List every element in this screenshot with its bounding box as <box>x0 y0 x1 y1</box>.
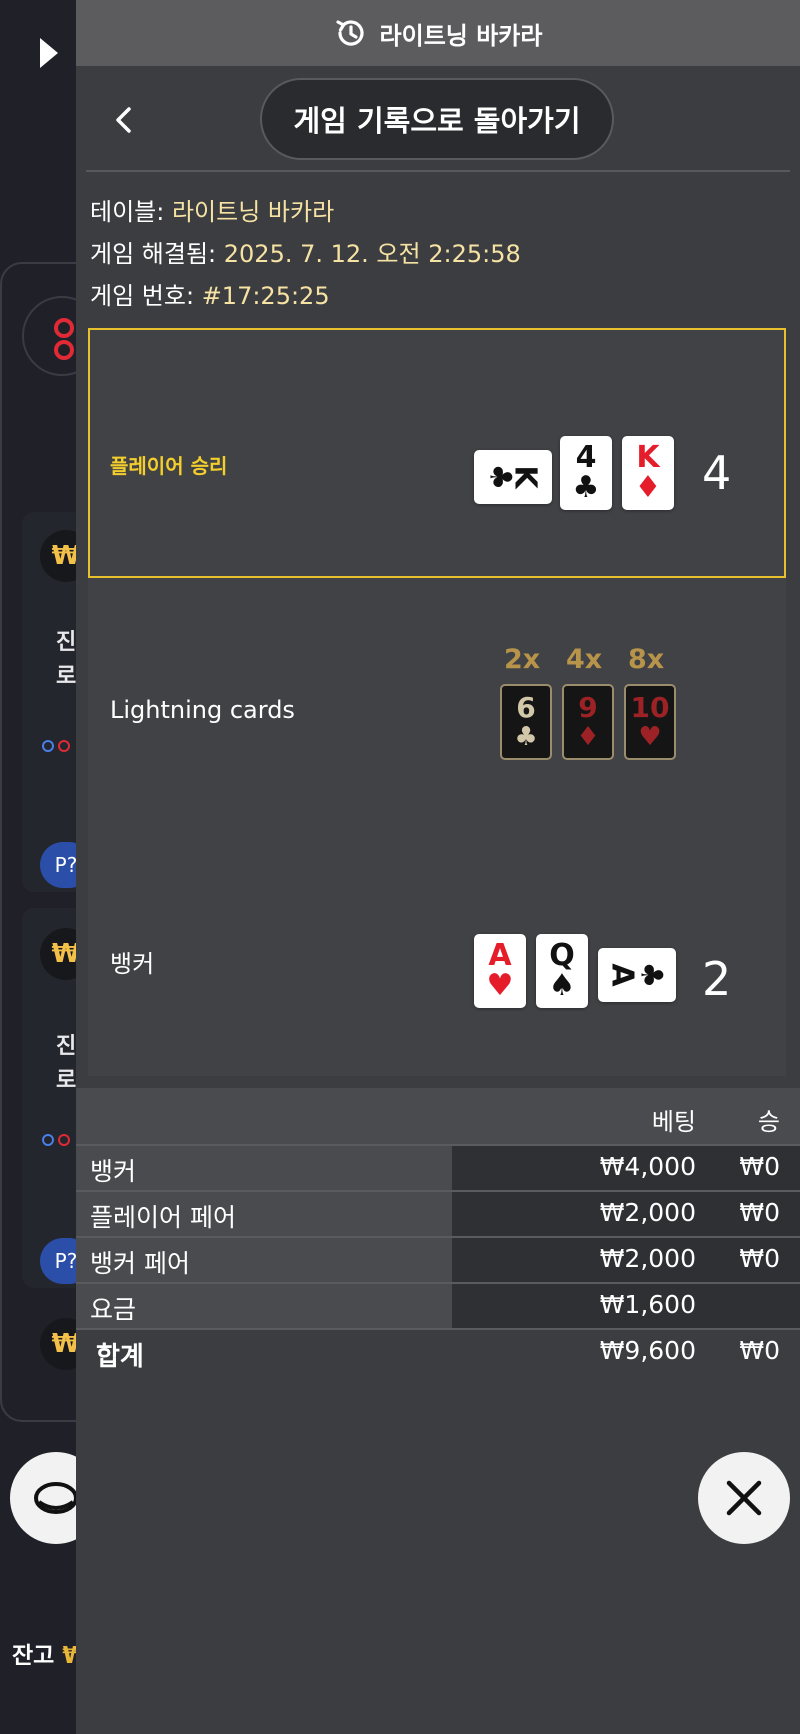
card-rank: 9 <box>578 691 598 724</box>
player-card-3: K ♦ <box>622 436 674 510</box>
win-amount: ₩0 <box>739 1198 780 1227</box>
overlay-header: 라이트닝 바카라 <box>76 0 800 66</box>
player-score: 4 <box>702 446 732 500</box>
game-number-label: 게임 번호: <box>90 282 195 310</box>
game-history-overlay: 라이트닝 바카라 게임 기록으로 돌아가기 테이블: 라이트닝 바카라 게임 해… <box>76 0 800 1734</box>
background-truncated-text: 진 로 <box>56 1034 77 1093</box>
road-dot-icon <box>58 740 70 752</box>
table-row: 뱅커 ₩4,000 ₩0 <box>76 1146 800 1190</box>
close-icon <box>726 1480 762 1516</box>
card-suit: ♠ <box>548 968 576 1003</box>
background-truncated-text: 진 로 <box>56 630 77 689</box>
back-to-history-button[interactable]: 게임 기록으로 돌아가기 <box>260 78 614 160</box>
bet-name: 플레이어 페어 <box>90 1203 236 1232</box>
bet-amount: ₩4,000 <box>599 1152 696 1181</box>
banker-score: 2 <box>702 952 732 1006</box>
card-rank: 10 <box>630 691 670 724</box>
road-dot-icon <box>42 1134 54 1146</box>
cards-area: 2x 4x 8x 6 ♣ 9 ♦ 10 ♥ A ♥ Q ♠ A ♣ 2 <box>88 578 786 1076</box>
lightning-cards-label: Lightning cards <box>110 696 295 724</box>
brand-logo-icon <box>40 38 58 68</box>
card-suit: ♣ <box>514 722 538 752</box>
history-icon <box>335 20 364 46</box>
total-bet: ₩9,600 <box>599 1336 696 1365</box>
win-amount: ₩0 <box>739 1244 780 1273</box>
card-rank: K <box>507 465 543 489</box>
total-label: 합계 <box>96 1342 144 1372</box>
banker-label: 뱅커 <box>110 950 155 978</box>
bet-amount: ₩1,600 <box>599 1290 696 1319</box>
table-value: 라이트닝 바카라 <box>171 198 335 226</box>
bet-amount: ₩2,000 <box>599 1244 696 1273</box>
card-rank: A <box>488 938 512 973</box>
card-suit: ♦ <box>634 470 662 505</box>
bet-amount: ₩2,000 <box>599 1198 696 1227</box>
card-suit: ♥ <box>486 968 514 1003</box>
total-row: 합계 ₩9,600 ₩0 <box>76 1330 800 1376</box>
close-button[interactable] <box>698 1452 790 1544</box>
table-row: 플레이어 페어 ₩2,000 ₩0 <box>76 1192 800 1236</box>
resolved-info: 게임 해결됨: 2025. 7. 12. 오전 2:25:58 <box>90 234 521 269</box>
card-suit: ♣ <box>572 470 600 505</box>
red-ring-icon <box>54 318 74 338</box>
road-dot-icon <box>58 1134 70 1146</box>
card-rank: K <box>636 440 660 475</box>
banker-card-1: A ♥ <box>474 934 526 1008</box>
divider <box>86 170 790 172</box>
banker-card-2: Q ♠ <box>536 934 588 1008</box>
player-result-label: 플레이어 승리 <box>110 454 228 478</box>
game-number-value: #17:25:25 <box>201 282 330 310</box>
lightning-multiplier: 4x <box>566 644 603 675</box>
player-card-2: 4 ♣ <box>560 436 612 510</box>
road-dot-icon <box>42 740 54 752</box>
lightning-card-2: 9 ♦ <box>562 684 614 760</box>
bet-column-header: 베팅 <box>651 1108 696 1136</box>
header-title: 라이트닝 바카라 <box>379 21 543 50</box>
card-rank: A <box>604 963 640 987</box>
game-number-info: 게임 번호: #17:25:25 <box>90 276 330 311</box>
table-label: 테이블: <box>90 198 165 226</box>
card-rank: 6 <box>516 691 536 724</box>
card-suit: ♥ <box>638 722 662 752</box>
bet-name: 뱅커 <box>90 1157 137 1186</box>
lightning-card-3: 10 ♥ <box>624 684 676 760</box>
balance-label: 잔고 <box>12 1643 55 1669</box>
card-suit: ♦ <box>576 722 600 752</box>
lightning-multiplier: 8x <box>628 644 665 675</box>
red-ring-icon <box>54 340 74 360</box>
player-result-box: 플레이어 승리 ♣ K 4 ♣ K ♦ 4 <box>88 328 786 578</box>
banker-card-3: A ♣ <box>598 948 676 1002</box>
lightning-multiplier: 2x <box>504 644 541 675</box>
table-row: 뱅커 페어 ₩2,000 ₩0 <box>76 1238 800 1282</box>
card-suit: ♣ <box>633 961 669 989</box>
bet-name: 뱅커 페어 <box>90 1249 190 1278</box>
chevron-left-icon <box>116 107 131 133</box>
win-column-header: 승 <box>757 1108 780 1136</box>
win-amount: ₩0 <box>739 1152 780 1181</box>
table-info: 테이블: 라이트닝 바카라 <box>90 192 334 227</box>
resolved-label: 게임 해결됨: <box>90 240 217 268</box>
player-card-1: ♣ K <box>474 450 552 504</box>
total-win: ₩0 <box>739 1336 780 1365</box>
chip-icon <box>34 1482 78 1514</box>
bets-table-header: 베팅 승 <box>76 1088 800 1144</box>
card-rank: Q <box>549 938 575 973</box>
resolved-value: 2025. 7. 12. 오전 2:25:58 <box>223 240 521 268</box>
lightning-card-1: 6 ♣ <box>500 684 552 760</box>
table-row: 요금 ₩1,600 <box>76 1284 800 1328</box>
bet-name: 요금 <box>90 1295 137 1324</box>
back-chevron-button[interactable] <box>106 100 140 140</box>
card-rank: 4 <box>575 440 597 475</box>
